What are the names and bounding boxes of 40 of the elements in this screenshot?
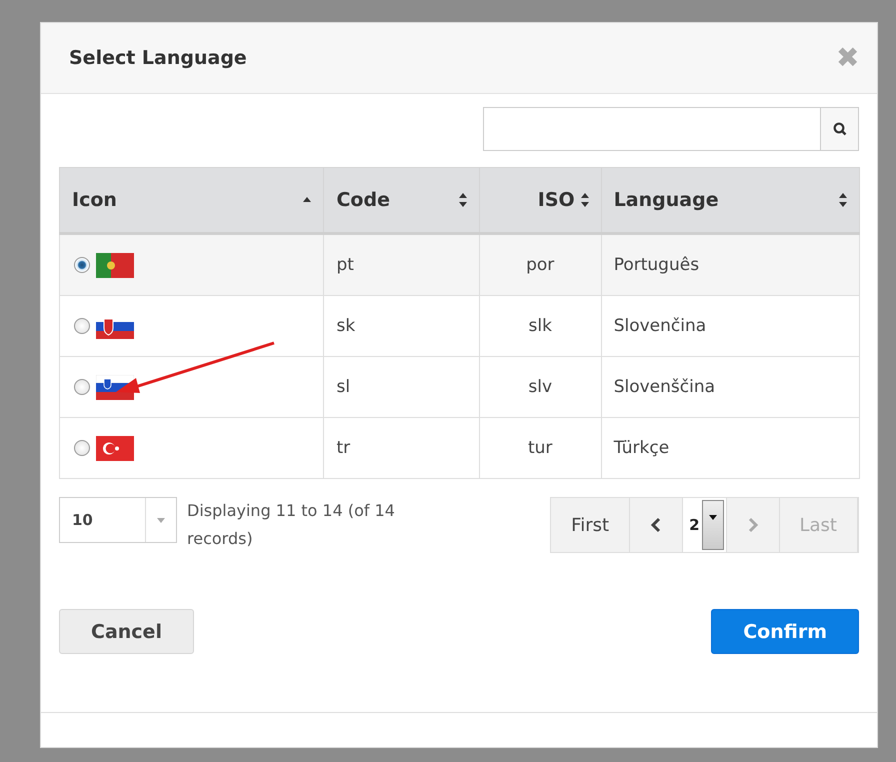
page-number[interactable]: 2 [689,516,700,534]
caret-icon [708,515,716,520]
search-icon [832,122,846,136]
table-cell: Türkçe [614,438,670,458]
dialog-title: Select Language [69,47,247,69]
page-size-select[interactable]: 10 [59,497,177,543]
sort-icon[interactable] [839,193,847,207]
table-cell: Slovenčina [614,316,706,336]
cancel-button[interactable]: Cancel [59,609,194,654]
table-cell: por [526,255,554,275]
radio-button[interactable] [74,318,90,334]
column-header[interactable]: ISO [479,168,602,234]
column-header[interactable]: Language [601,168,860,234]
table-cell: slk [528,316,552,336]
flag-icon [96,436,134,460]
radio-button[interactable] [74,379,90,395]
radio-button[interactable] [74,440,90,456]
records-summary: Displaying 11 to 14 (of 14 records) [187,500,396,550]
table-cell: Português [614,255,700,275]
chevron-right-icon [746,517,758,533]
table-cell: tr [336,438,350,458]
radio-button[interactable] [74,257,90,273]
table-cell: slv [528,377,552,397]
table-cell: sl [336,377,350,397]
table-cell: tur [528,438,552,458]
column-header[interactable]: Icon [60,168,324,234]
table-cell: pt [336,255,354,275]
search-button[interactable] [820,108,858,150]
chevron-left-icon [650,517,662,533]
confirm-button[interactable]: Confirm [711,609,859,654]
search-field[interactable] [483,107,859,151]
sort-ascending-icon[interactable] [303,197,312,203]
caret-icon [157,518,165,522]
flag-icon [96,252,134,278]
sort-icon[interactable] [458,193,467,207]
column-header[interactable]: Code [324,168,480,234]
table-cell: sk [336,316,356,336]
table-cell: Slovenščina [614,377,716,397]
sort-icon[interactable] [580,193,589,207]
dropdown-button[interactable] [702,500,724,550]
